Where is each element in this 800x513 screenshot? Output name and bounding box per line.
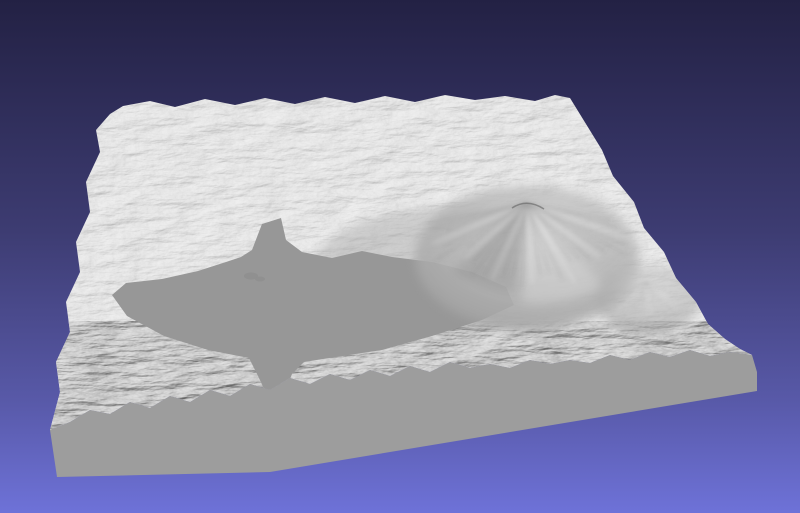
viewer-canvas[interactable] (0, 0, 800, 513)
lake-island (255, 276, 265, 282)
mesh-viewer-viewport[interactable] (0, 0, 800, 513)
